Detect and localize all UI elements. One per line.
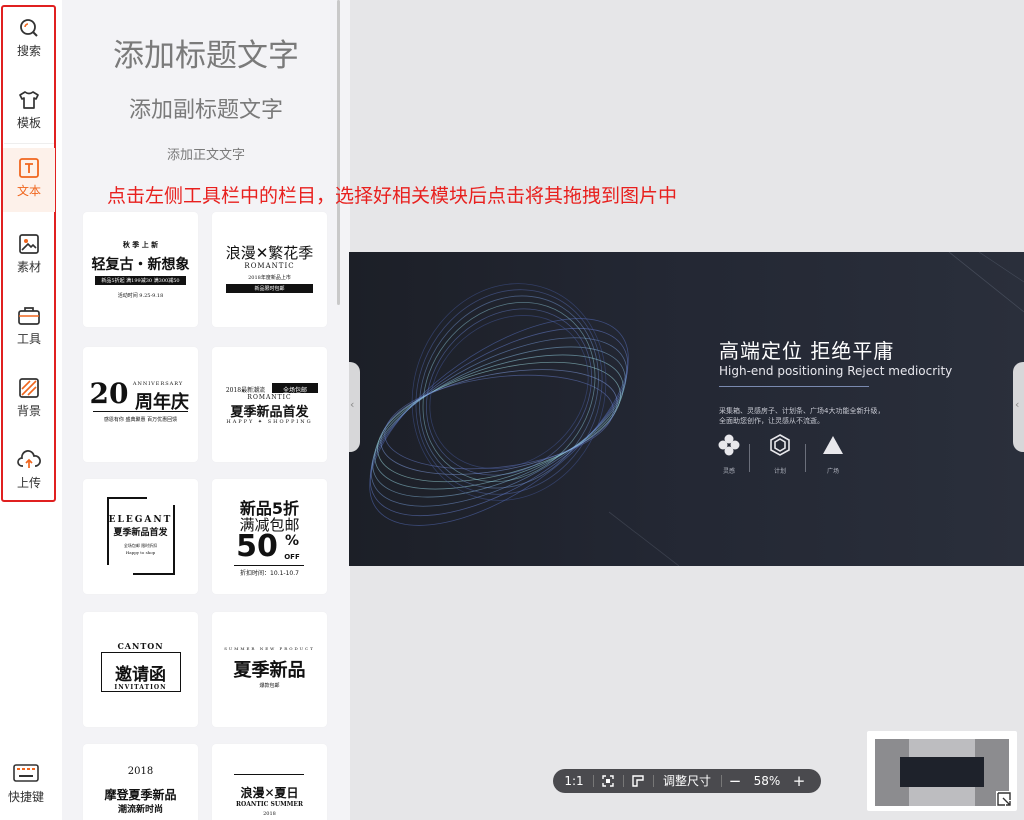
banner-icon-separator: [749, 444, 750, 472]
banner-feature-inspiration: 灵感: [711, 434, 747, 475]
minimap-canvas: [875, 739, 1009, 806]
banner-divider: [719, 386, 869, 387]
toolbox-icon: [18, 307, 40, 325]
chevron-left-icon: ‹: [1015, 398, 1020, 411]
sidebar-item-background[interactable]: 背景: [3, 368, 55, 430]
keyboard-icon: [13, 764, 39, 782]
sidebar-item-label: 素材: [16, 260, 41, 274]
text-template-card[interactable]: 浪漫✕夏日 ROANTIC SUMMER 2018: [212, 744, 327, 820]
adjust-size-button[interactable]: 调整尺寸: [657, 769, 717, 793]
sidebar-item-label: 工具: [16, 332, 41, 346]
sidebar-item-search[interactable]: 搜索: [3, 8, 55, 70]
chevron-left-icon: ‹: [350, 398, 355, 411]
banner-feature-caption: 灵感: [722, 468, 735, 475]
text-template-card[interactable]: SUMMER NEW PRODUCT 夏季新品 爆款包邮: [212, 612, 327, 727]
zoom-toolbar: 1:1 调整尺寸 − 58% +: [553, 769, 821, 793]
add-title-preset[interactable]: 添加标题文字: [62, 30, 350, 75]
search-icon: [20, 19, 38, 37]
fit-screen-icon: [602, 775, 614, 787]
minimap-banner-thumbnail: [900, 757, 984, 787]
tshirt-icon: [19, 91, 39, 109]
panel-scrollbar[interactable]: [337, 0, 340, 305]
zoom-in-button[interactable]: +: [789, 769, 809, 793]
sidebar-item-label: 搜索: [16, 44, 41, 58]
text-template-card[interactable]: 新品5折 满减包邮 50 % OFF 折扣时间：10.1-10.7: [212, 479, 327, 594]
triangle-icon: [823, 436, 843, 454]
sidebar-item-upload[interactable]: 上传: [3, 440, 55, 502]
text-template-card[interactable]: ANNIVERSARY 20 周年庆 感恩有你 盛典聚惠 百万优惠回馈: [83, 347, 198, 462]
fit-screen-button[interactable]: [597, 769, 619, 793]
zoom-out-button[interactable]: −: [725, 769, 745, 793]
sidebar-item-label: 背景: [16, 404, 41, 418]
text-template-card[interactable]: 浪漫✕繁花季 ROMANTIC 2018年度新品上市 新品限时包邮: [212, 212, 327, 327]
flower-icon: [718, 434, 740, 456]
minimap-toggle-button[interactable]: [996, 791, 1012, 807]
toolbar-divider: [4, 143, 54, 144]
sidebar-item-label: 模板: [16, 116, 41, 130]
expand-right-panel-handle[interactable]: ‹: [1013, 362, 1024, 452]
shortcut-label: 快捷键: [7, 790, 44, 804]
banner-feature-square: 广场: [815, 434, 851, 475]
cloud-upload-icon: [17, 450, 41, 468]
left-toolbar: 搜索 模板 文本 素材 工具 背景 上传 快捷键: [0, 0, 63, 820]
sidebar-item-text[interactable]: 文本: [3, 148, 55, 212]
add-subtitle-preset[interactable]: 添加副标题文字: [62, 92, 350, 124]
ruler-button[interactable]: [627, 769, 649, 793]
swirl-graphic: [369, 252, 1024, 566]
zoom-level: 58%: [753, 774, 781, 788]
sidebar-item-tools[interactable]: 工具: [3, 296, 55, 358]
banner-title: 高端定位 拒绝平庸: [719, 339, 895, 363]
text-template-card[interactable]: 2018最新潮流 全场包邮 ROMANTIC 夏季新品首发 HAPPY ✦ SH…: [212, 347, 327, 462]
actual-size-button[interactable]: 1:1: [559, 769, 589, 793]
hexagon-icon: [770, 434, 790, 456]
text-template-card[interactable]: ELEGANT 夏季新品首发 全场包邮 限时折扣 Happy to shop: [83, 479, 198, 594]
instruction-annotation: 点击左侧工具栏中的栏目，选择好相关模块后点击将其拖拽到图片中: [107, 185, 678, 207]
minimap[interactable]: [867, 731, 1017, 811]
banner-subtitle: High-end positioning Reject mediocrity: [719, 364, 953, 378]
text-template-card[interactable]: CANTON 邀请函 INVITATION: [83, 612, 198, 727]
banner-icon-separator: [805, 444, 806, 472]
sidebar-item-label: 上传: [16, 476, 41, 490]
text-template-card[interactable]: 2018 摩登夏季新品 潮流新时尚: [83, 744, 198, 820]
text-panel: 添加标题文字 添加副标题文字 添加正文文字 秋 季 上 新 轻复古・新想象 新品…: [62, 0, 350, 820]
sidebar-item-material[interactable]: 素材: [3, 224, 55, 286]
banner-feature-caption: 计划: [773, 468, 786, 475]
banner-feature-plan: 计划: [762, 434, 798, 475]
shortcut-button[interactable]: 快捷键: [0, 760, 52, 805]
sidebar-item-label: 文本: [16, 184, 41, 198]
sidebar-item-template[interactable]: 模板: [3, 80, 55, 142]
text-template-card[interactable]: 秋 季 上 新 轻复古・新想象 新品5折起 满199减30 满300减50 活动…: [83, 212, 198, 327]
design-canvas[interactable]: 高端定位 拒绝平庸 High-end positioning Reject me…: [349, 252, 1024, 566]
image-icon: [19, 234, 39, 254]
collapse-corner-icon: [997, 792, 1011, 806]
text-icon: [19, 158, 39, 178]
ruler-icon: [632, 775, 644, 787]
banner-feature-caption: 广场: [826, 468, 839, 475]
collapse-panel-handle[interactable]: ‹: [349, 362, 360, 452]
banner-description-line: 全面助您创作，让灵感从不流逝。: [719, 417, 824, 425]
add-body-text-preset[interactable]: 添加正文文字: [62, 144, 350, 163]
background-icon: [19, 378, 39, 398]
banner-description-line: 采集箱、灵感房子、计划条、广场4大功能全新升级，: [719, 407, 885, 415]
